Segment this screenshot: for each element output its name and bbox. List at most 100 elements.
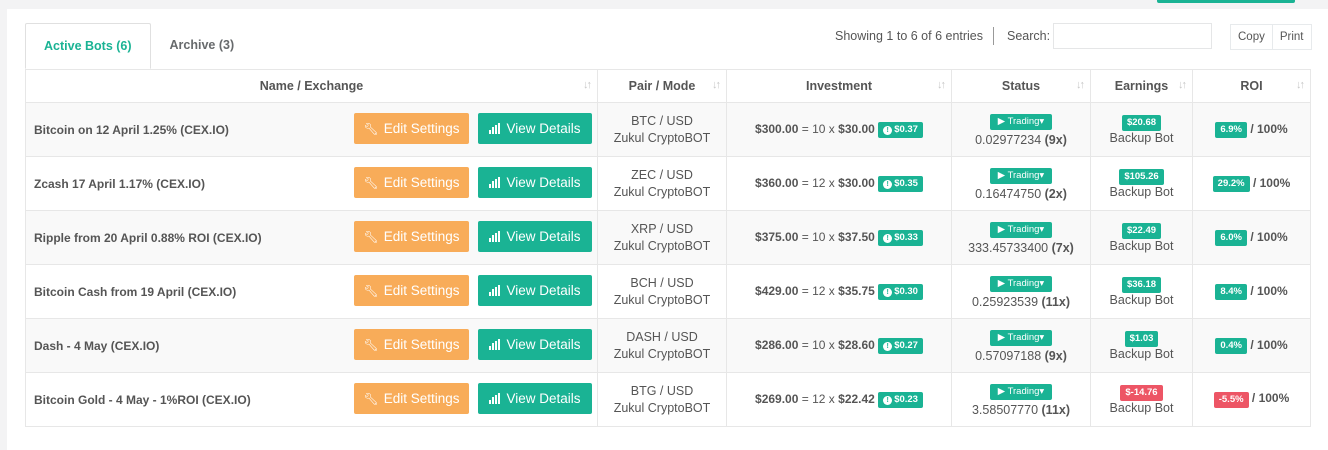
investment-cell: $269.00 = 12 x $22.42 ! $0.23	[726, 372, 952, 427]
search-input[interactable]	[1053, 23, 1212, 49]
earnings-badge: $105.26	[1119, 168, 1164, 185]
status-value: 0.16474750 (2x)	[952, 187, 1090, 201]
bar-chart-icon	[489, 393, 501, 404]
earnings-badge: $36.18	[1121, 276, 1162, 293]
view-details-label: View Details	[506, 121, 581, 136]
column-header-earnings[interactable]: Earnings ↓↑	[1090, 69, 1193, 103]
column-header-pair[interactable]: Pair / Mode ↓↑	[597, 69, 727, 103]
bar-chart-icon	[489, 285, 501, 296]
tab-archive[interactable]: Archive (3)	[151, 23, 254, 69]
roi-cell: 29.2% / 100%	[1192, 156, 1311, 211]
fee-badge: ! $0.30	[878, 283, 923, 300]
view-details-button[interactable]: View Details	[478, 167, 592, 198]
earnings-cell: $20.68 Backup Bot	[1090, 102, 1193, 157]
pair-cell: XRP / USD Zukul CryptoBOT	[597, 210, 727, 265]
view-details-button[interactable]: View Details	[478, 221, 592, 252]
name-cell: Bitcoin Gold - 4 May - 1%ROI (CEX.IO) 🔧︎ E…	[25, 372, 598, 427]
investment-multiplier: = 10 x	[801, 337, 835, 352]
bar-chart-icon	[489, 123, 501, 134]
copy-button[interactable]: Copy	[1230, 24, 1273, 50]
trading-dropdown[interactable]: ▶ Trading▾	[989, 383, 1053, 400]
play-icon: ▶	[997, 331, 1008, 343]
play-icon: ▶	[997, 169, 1008, 181]
table-row: Dash - 4 May (CEX.IO) 🔧︎ Edit Settings View…	[25, 318, 1311, 373]
print-button[interactable]: Print	[1272, 24, 1312, 50]
earnings-badge: $20.68	[1121, 114, 1162, 131]
edit-settings-button[interactable]: 🔧︎ Edit Settings	[354, 167, 469, 198]
status-cell: ▶ Trading▾ 0.16474750 (2x)	[951, 156, 1091, 211]
name-cell: Bitcoin Cash from 19 April (CEX.IO) 🔧︎ Edi…	[25, 264, 598, 319]
edit-settings-label: Edit Settings	[383, 391, 460, 406]
pair: ZEC / USD	[631, 167, 693, 182]
status-count: (11x)	[1041, 402, 1071, 417]
fee-badge: ! $0.35	[878, 175, 923, 192]
caret-down-icon: ▾	[1039, 331, 1045, 343]
earnings-badge: $1.03	[1124, 330, 1159, 347]
column-header-roi[interactable]: ROI ↓↑	[1192, 69, 1311, 103]
name-cell: Ripple from 20 April 0.88% ROI (CEX.IO) 🔧…	[25, 210, 598, 265]
status-value: 0.25923539 (11x)	[952, 295, 1090, 309]
wrench-icon: 🔧︎	[363, 176, 379, 190]
play-icon: ▶	[997, 385, 1008, 397]
export-buttons: Copy Print	[1230, 24, 1312, 50]
sort-icon: ↓↑	[1178, 79, 1187, 91]
info-icon: !	[883, 341, 893, 351]
edit-settings-button[interactable]: 🔧︎ Edit Settings	[354, 113, 469, 144]
bar-chart-icon	[489, 231, 501, 242]
top-bar	[0, 0, 1328, 9]
trading-dropdown[interactable]: ▶ Trading▾	[989, 221, 1053, 238]
bot-name: Zcash 17 April 1.17% (CEX.IO)	[34, 176, 205, 191]
column-header-label: Pair / Mode	[628, 79, 696, 93]
edit-settings-button[interactable]: 🔧︎ Edit Settings	[354, 275, 469, 306]
trading-dropdown[interactable]: ▶ Trading▾	[989, 329, 1053, 346]
view-details-button[interactable]: View Details	[478, 113, 592, 144]
fee-badge: ! $0.27	[878, 337, 923, 354]
column-header-name[interactable]: Name / Exchange ↓↑	[25, 69, 598, 103]
trading-dropdown[interactable]: ▶ Trading▾	[989, 113, 1053, 130]
status-value: 0.57097188 (9x)	[952, 349, 1090, 363]
pair-cell: BTG / USD Zukul CryptoBOT	[597, 372, 727, 427]
fee-badge: ! $0.37	[878, 121, 923, 138]
status-count: (7x)	[1051, 240, 1074, 255]
wrench-icon: 🔧︎	[363, 122, 379, 136]
edit-settings-button[interactable]: 🔧︎ Edit Settings	[354, 329, 469, 360]
fee-value: $0.37	[894, 123, 918, 135]
info-icon: !	[883, 125, 893, 135]
trading-label: Trading	[1007, 115, 1040, 127]
roi-cell: 6.0% / 100%	[1192, 210, 1311, 265]
name-cell: Bitcoin on 12 April 1.25% (CEX.IO) 🔧︎ Edit…	[25, 102, 598, 157]
wrench-icon: 🔧︎	[363, 338, 379, 352]
earnings-badge: $-14.76	[1120, 385, 1163, 401]
table-row: Bitcoin on 12 April 1.25% (CEX.IO) 🔧︎ Edit…	[25, 102, 1311, 157]
edit-settings-button[interactable]: 🔧︎ Edit Settings	[354, 383, 469, 414]
pair-cell: DASH / USD Zukul CryptoBOT	[597, 318, 727, 373]
status-cell: ▶ Trading▾ 3.58507770 (11x)	[951, 372, 1091, 427]
view-details-button[interactable]: View Details	[478, 383, 592, 414]
investment-unit: $28.60	[838, 337, 875, 352]
view-details-button[interactable]: View Details	[478, 275, 592, 306]
mode: Zukul CryptoBOT	[613, 292, 711, 307]
trading-label: Trading	[1007, 385, 1040, 397]
sort-icon: ↓↑	[1076, 79, 1085, 91]
trading-dropdown[interactable]: ▶ Trading▾	[989, 167, 1053, 184]
caret-down-icon: ▾	[1039, 169, 1045, 181]
roi-badge: 0.4%	[1215, 337, 1247, 354]
investment-cell: $375.00 = 10 x $37.50 ! $0.33	[726, 210, 952, 265]
view-details-button[interactable]: View Details	[478, 329, 592, 360]
divider	[993, 27, 994, 45]
top-action-button[interactable]	[1157, 0, 1295, 3]
roi-target: / 100%	[1250, 337, 1288, 352]
fee-value: $0.27	[894, 339, 918, 351]
investment-cell: $300.00 = 10 x $30.00 ! $0.37	[726, 102, 952, 157]
sort-icon: ↓↑	[712, 79, 721, 91]
status-cell: ▶ Trading▾ 333.45733400 (7x)	[951, 210, 1091, 265]
column-header-status[interactable]: Status ↓↑	[951, 69, 1091, 103]
trading-label: Trading	[1007, 169, 1040, 181]
column-header-investment[interactable]: Investment ↓↑	[726, 69, 952, 103]
investment-multiplier: = 10 x	[801, 121, 835, 136]
tab-active-bots[interactable]: Active Bots (6)	[25, 23, 151, 69]
investment-total: $269.00	[755, 391, 799, 406]
trading-dropdown[interactable]: ▶ Trading▾	[989, 275, 1053, 292]
edit-settings-button[interactable]: 🔧︎ Edit Settings	[354, 221, 469, 252]
earnings-source: Backup Bot	[1109, 292, 1174, 307]
